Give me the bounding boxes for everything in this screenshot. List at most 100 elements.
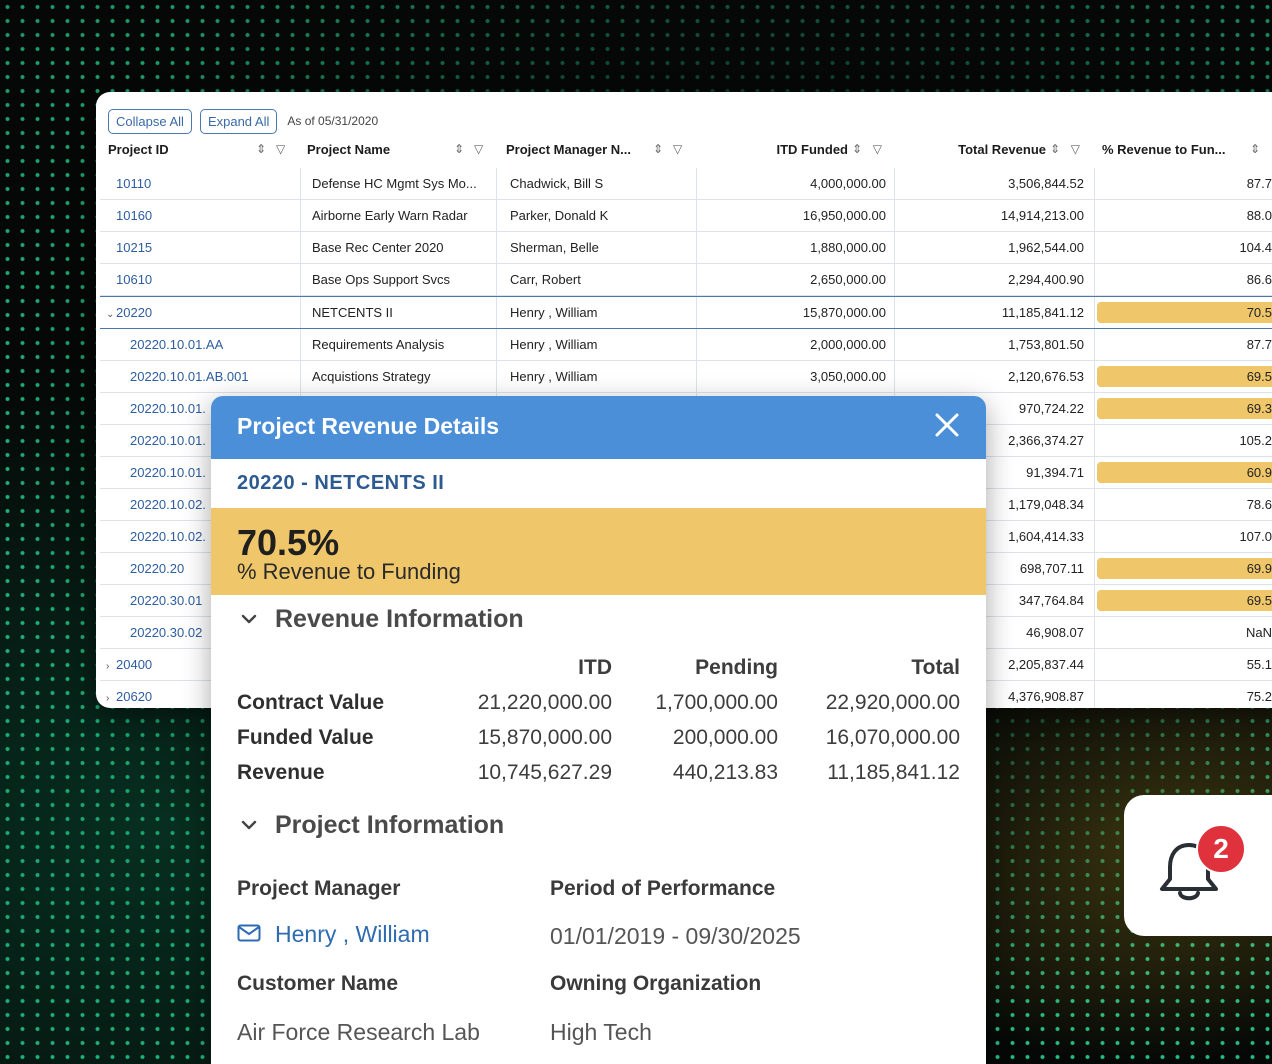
project-id-link[interactable]: 20220 <box>116 305 152 320</box>
project-name-cell: Base Rec Center 2020 <box>312 240 444 255</box>
revenue-section-toggle[interactable]: Revenue Information <box>241 605 524 634</box>
modal-title: Project Revenue Details <box>237 413 500 439</box>
total-revenue-cell: 11,185,841.12 <box>1001 305 1084 320</box>
table-row[interactable]: 10215 Base Rec Center 2020 Sherman, Belle 1… <box>100 232 1272 264</box>
percent-label: % Revenue to Funding <box>237 559 461 584</box>
customer-name-label: Customer Name <box>237 972 399 995</box>
filter-icon[interactable]: ▽ <box>1071 142 1080 156</box>
percent-band: 70.5% % Revenue to Funding <box>211 508 986 595</box>
project-id-link[interactable]: 20220.10.02. <box>130 529 206 544</box>
column-header-itd-funded[interactable]: ITD Funded ⇕ ▽ <box>700 142 886 160</box>
table-row[interactable]: ⌄ 20220 NETCENTS II Henry , William 15,870,0… <box>100 296 1272 329</box>
sort-icon[interactable]: ⇕ <box>256 142 266 156</box>
column-header-percent-revenue[interactable]: % Revenue to Fun... ⇕ <box>1102 142 1272 160</box>
pending-value: 200,000.00 <box>672 726 778 749</box>
revenue-row-funded: Funded Value 15,870,000.00 200,000.00 16… <box>237 726 960 761</box>
project-id-link[interactable]: 10215 <box>116 240 152 255</box>
column-header-label: Project ID <box>108 142 169 157</box>
column-divider <box>894 232 895 263</box>
table-row[interactable]: 10160 Airborne Early Warn Radar Parker, Do… <box>100 200 1272 232</box>
sort-icon[interactable]: ⇕ <box>852 142 862 156</box>
total-revenue-cell: 3,506,844.52 <box>1008 176 1084 191</box>
table-row[interactable]: 20220.10.01.AA Requirements Analysis Henry… <box>100 329 1272 361</box>
column-divider <box>1094 329 1095 360</box>
column-header-project-id[interactable]: Project ID ⇕ ▽ <box>108 142 288 160</box>
percent-revenue-cell: 69.3 <box>1246 401 1272 416</box>
project-manager-cell: Parker, Donald K <box>510 208 609 223</box>
project-id-cell[interactable]: 10610 <box>100 264 314 295</box>
project-id-cell[interactable]: 10160 <box>100 200 314 231</box>
sort-icon[interactable]: ⇕ <box>653 142 663 156</box>
chevron-right-icon[interactable]: › <box>106 651 116 680</box>
project-id-link[interactable]: 20400 <box>116 657 152 672</box>
table-row[interactable]: 10610 Base Ops Support Svcs Carr, Robert 2,… <box>100 264 1272 296</box>
column-divider <box>1094 232 1095 263</box>
filter-icon[interactable]: ▽ <box>474 142 483 156</box>
total-revenue-cell: 2,294,400.90 <box>1008 272 1084 287</box>
column-header-project-name[interactable]: Project Name ⇕ ▽ <box>307 142 487 160</box>
percent-value: 70.5% <box>237 522 340 563</box>
percent-revenue-cell: 107.0 <box>1239 529 1272 544</box>
project-id-link[interactable]: 20220.20 <box>130 561 184 576</box>
table-row[interactable]: 10110 Defense HC Mgmt Sys Mo... Chadwick, … <box>100 168 1272 200</box>
notification-badge: 2 <box>1196 824 1246 874</box>
filter-icon[interactable]: ▽ <box>276 142 285 156</box>
sort-icon[interactable]: ⇕ <box>1250 142 1260 156</box>
column-header-label: Project Name <box>307 142 391 157</box>
project-manager-link[interactable]: Henry , William <box>237 921 430 948</box>
grid-toolbar: Collapse All Expand All As of 05/31/2020 <box>108 107 378 135</box>
filter-icon[interactable]: ▽ <box>673 142 682 156</box>
modal-subtitle: 20220 - NETCENTS II <box>237 472 445 494</box>
expand-all-button[interactable]: Expand All <box>199 108 278 134</box>
revenue-row-revenue: Revenue 10,745,627.29 440,213.83 11,185,… <box>237 761 960 796</box>
project-manager-name[interactable]: Henry , William <box>275 921 430 948</box>
chevron-down-icon[interactable]: ⌄ <box>106 299 116 328</box>
table-row[interactable]: 20220.10.01.AB.001 Acquistions Strategy He… <box>100 361 1272 393</box>
project-id-cell[interactable]: 20220.10.01.AA <box>100 329 328 360</box>
percent-revenue-cell: 78.6 <box>1246 497 1272 512</box>
project-id-link[interactable]: 20220.30.02 <box>130 625 202 640</box>
percent-revenue-cell: 104.4 <box>1239 240 1272 255</box>
itd-funded-cell: 1,880,000.00 <box>810 240 886 255</box>
sort-icon[interactable]: ⇕ <box>1050 142 1060 156</box>
chevron-right-icon[interactable]: › <box>106 683 116 708</box>
project-id-link[interactable]: 20220.10.02. <box>130 497 206 512</box>
revenue-row-contract: Contract Value 21,220,000.00 1,700,000.0… <box>237 691 960 726</box>
column-divider <box>894 264 895 295</box>
project-id-link[interactable]: 10160 <box>116 208 152 223</box>
as-of-date: As of 05/31/2020 <box>287 114 379 128</box>
project-id-link[interactable]: 20220.10.01.AA <box>130 337 223 352</box>
project-id-link[interactable]: 10610 <box>116 272 152 287</box>
project-name-cell: NETCENTS II <box>312 305 393 320</box>
itd-value: 21,220,000.00 <box>477 691 612 714</box>
pending-value: 440,213.83 <box>672 761 778 784</box>
filter-icon[interactable]: ▽ <box>873 142 882 156</box>
project-id-cell[interactable]: ⌄ 20220 <box>100 297 304 328</box>
column-divider <box>894 200 895 231</box>
project-id-cell[interactable]: 20220.10.01.AB.001 <box>100 361 328 392</box>
column-header-total-revenue[interactable]: Total Revenue ⇕ ▽ <box>900 142 1086 160</box>
column-divider <box>894 329 895 360</box>
close-icon[interactable] <box>930 408 964 442</box>
column-header-label: % Revenue to Fun... <box>1102 142 1226 157</box>
notification-card[interactable]: 2 <box>1124 795 1272 936</box>
total-revenue-cell: 1,753,801.50 <box>1008 337 1084 352</box>
project-name-cell: Airborne Early Warn Radar <box>312 208 468 223</box>
column-divider <box>1094 168 1095 199</box>
project-id-link[interactable]: 20620 <box>116 689 152 704</box>
project-id-link[interactable]: 10110 <box>116 176 151 191</box>
project-section-toggle[interactable]: Project Information <box>241 811 504 840</box>
collapse-all-button[interactable]: Collapse All <box>108 108 192 134</box>
sort-icon[interactable]: ⇕ <box>454 142 464 156</box>
project-id-link[interactable]: 20220.30.01 <box>130 593 202 608</box>
project-id-link[interactable]: 20220.10.01. <box>130 401 206 416</box>
column-header-project-manager[interactable]: Project Manager N... ⇕ ▽ <box>506 142 686 160</box>
project-id-link[interactable]: 20220.10.01. <box>130 433 206 448</box>
project-id-cell[interactable]: 10215 <box>100 232 314 263</box>
project-id-link[interactable]: 20220.10.01. <box>130 465 206 480</box>
project-id-link[interactable]: 20220.10.01.AB.001 <box>130 369 249 384</box>
itd-funded-cell: 4,000,000.00 <box>810 176 886 191</box>
owning-organization-label: Owning Organization <box>550 972 762 995</box>
project-id-cell[interactable]: 10110 <box>100 168 314 199</box>
column-divider <box>1094 264 1095 295</box>
